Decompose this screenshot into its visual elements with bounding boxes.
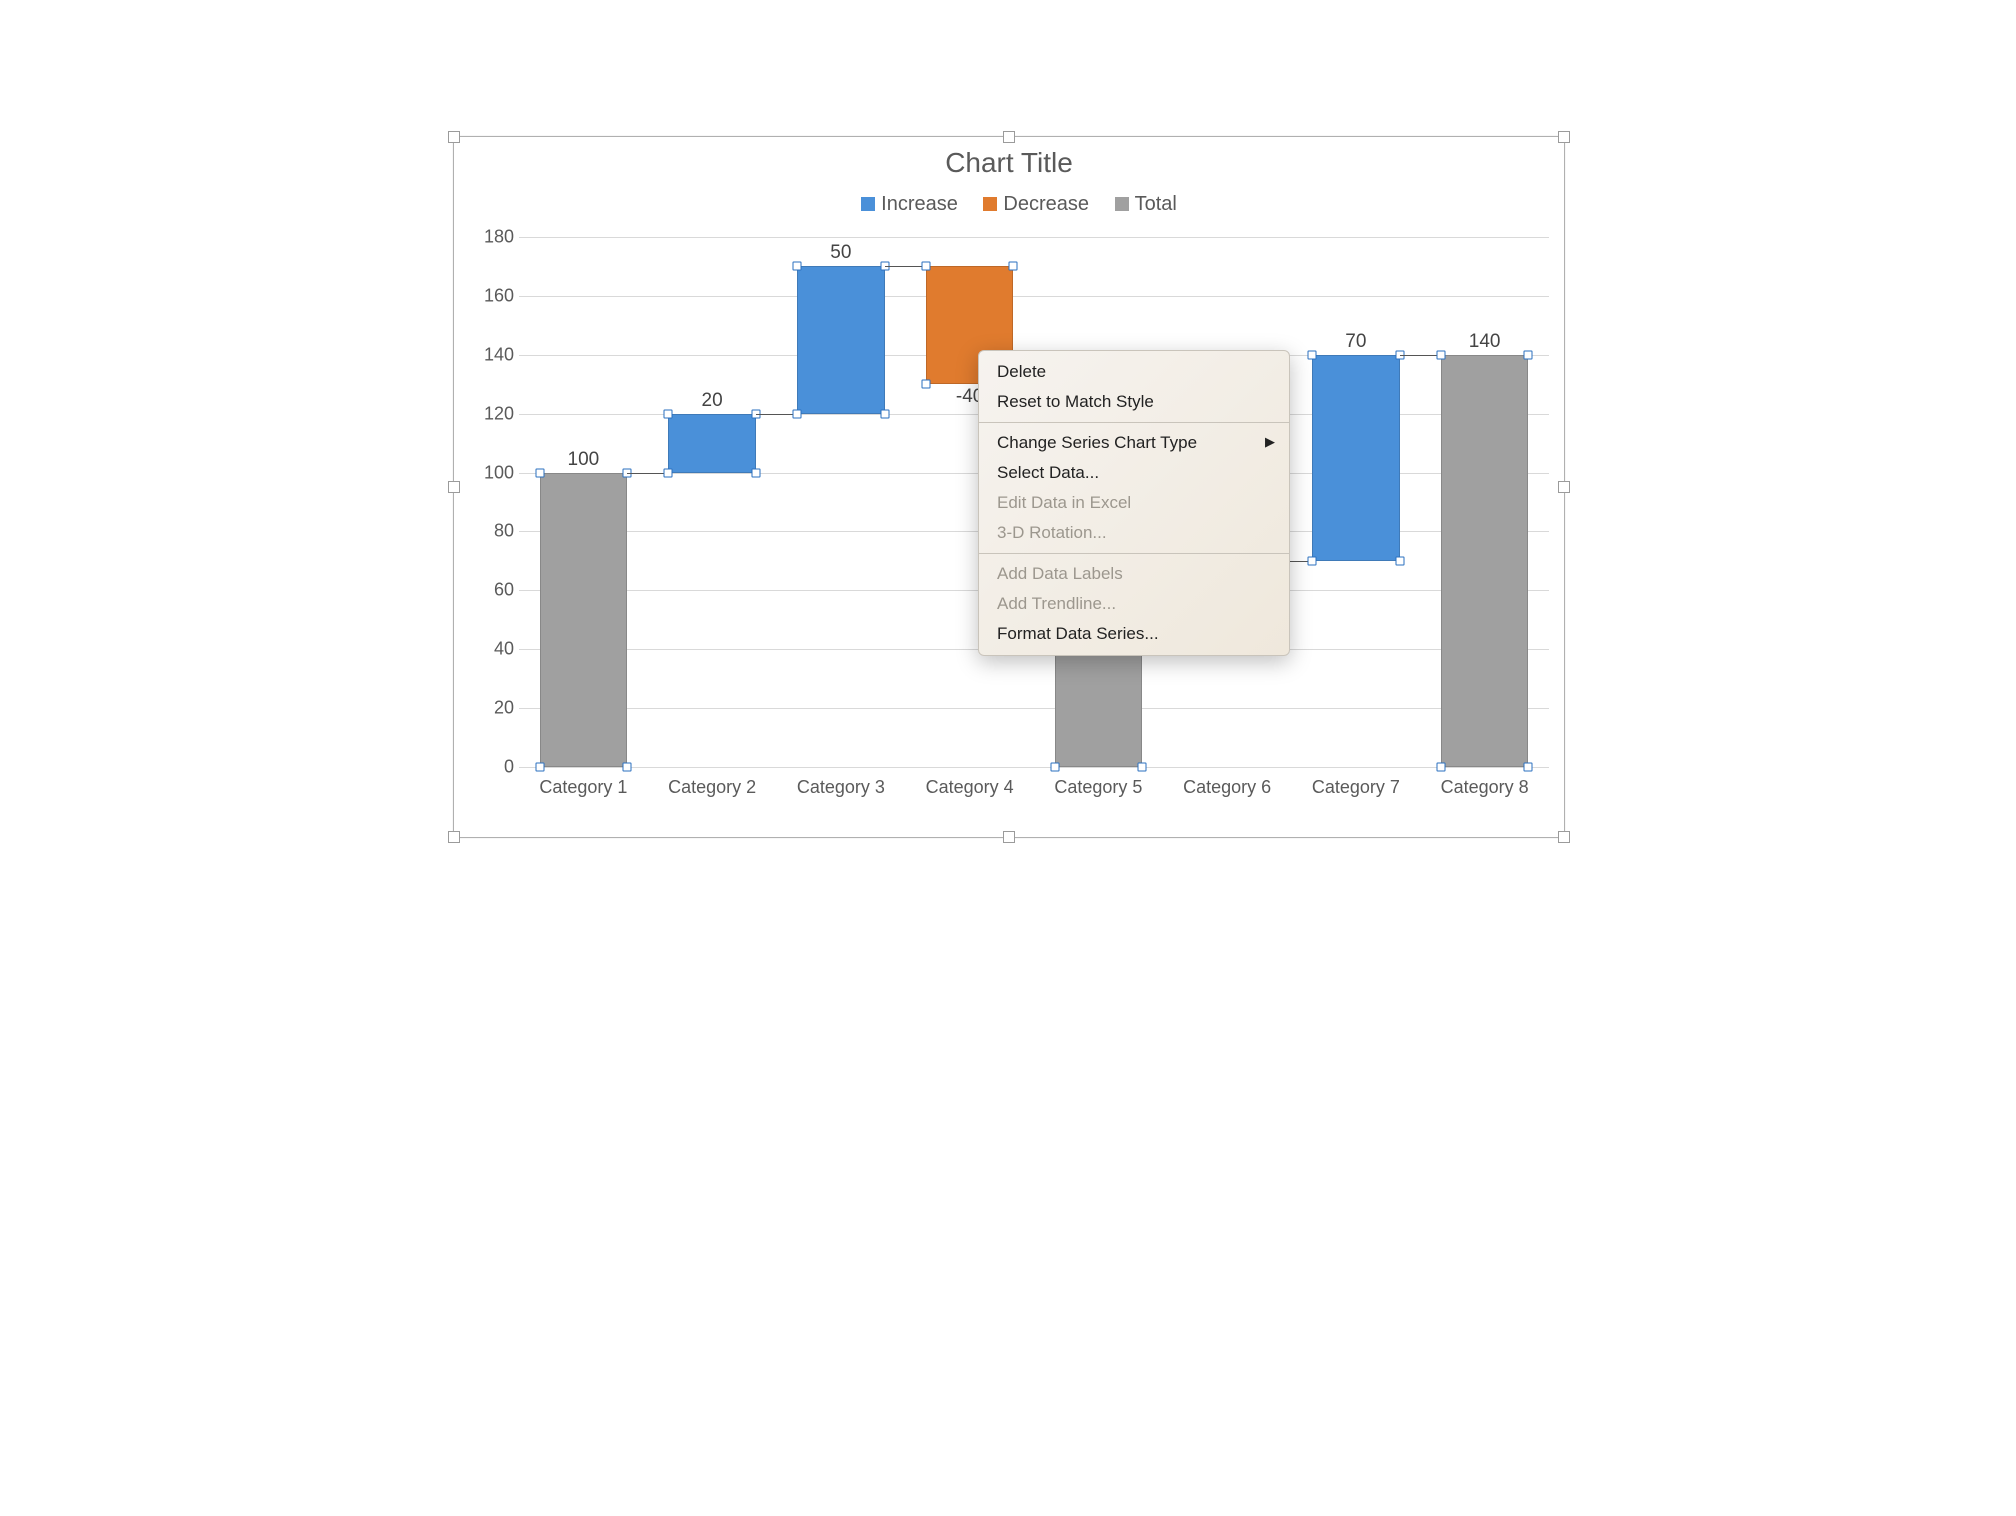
connector-line <box>756 414 797 415</box>
y-tick-label: 40 <box>469 639 514 660</box>
series-selection-node[interactable] <box>1436 763 1445 772</box>
legend-label-total: Total <box>1135 193 1177 215</box>
legend-label-decrease: Decrease <box>1003 193 1089 215</box>
x-tick-label: Category 3 <box>777 777 905 798</box>
chart-legend[interactable]: Increase Decrease Total <box>454 193 1564 216</box>
x-tick-label: Category 5 <box>1034 777 1162 798</box>
resize-handle-bl[interactable] <box>448 831 460 843</box>
series-selection-node[interactable] <box>623 763 632 772</box>
series-selection-node[interactable] <box>1395 556 1404 565</box>
waterfall-bar[interactable] <box>797 266 885 413</box>
x-tick-label: Category 7 <box>1292 777 1420 798</box>
gridline <box>519 237 1549 238</box>
series-selection-node[interactable] <box>1524 763 1533 772</box>
menu-separator <box>979 553 1289 554</box>
waterfall-bar[interactable] <box>668 414 756 473</box>
gridline <box>519 708 1549 709</box>
y-tick-label: 80 <box>469 521 514 542</box>
waterfall-bar[interactable] <box>1441 355 1529 767</box>
menu-item: Add Data Labels <box>979 559 1289 589</box>
menu-item: 3-D Rotation... <box>979 518 1289 548</box>
y-tick-label: 120 <box>469 403 514 424</box>
legend-label-increase: Increase <box>881 193 958 215</box>
chart-title[interactable]: Chart Title <box>454 147 1564 179</box>
series-selection-node[interactable] <box>921 262 930 271</box>
menu-item[interactable]: Select Data... <box>979 458 1289 488</box>
connector-line <box>627 473 668 474</box>
data-label: 50 <box>781 242 901 264</box>
x-tick-label: Category 8 <box>1421 777 1549 798</box>
data-label: 20 <box>652 390 772 412</box>
y-tick-label: 160 <box>469 285 514 306</box>
series-selection-node[interactable] <box>535 763 544 772</box>
series-selection-node[interactable] <box>1308 556 1317 565</box>
menu-item[interactable]: Format Data Series... <box>979 619 1289 649</box>
series-selection-node[interactable] <box>1138 763 1147 772</box>
legend-swatch-decrease <box>983 197 997 211</box>
y-tick-label: 100 <box>469 462 514 483</box>
legend-swatch-increase <box>861 197 875 211</box>
x-tick-label: Category 4 <box>906 777 1034 798</box>
series-selection-node[interactable] <box>793 409 802 418</box>
series-selection-node[interactable] <box>880 409 889 418</box>
series-selection-node[interactable] <box>664 468 673 477</box>
resize-handle-tr[interactable] <box>1558 131 1570 143</box>
connector-line <box>1400 355 1441 356</box>
y-tick-label: 140 <box>469 344 514 365</box>
y-tick-label: 0 <box>469 757 514 778</box>
series-selection-node[interactable] <box>751 468 760 477</box>
data-label: 100 <box>523 449 643 471</box>
y-tick-label: 180 <box>469 227 514 248</box>
data-label: 70 <box>1296 331 1416 353</box>
gridline <box>519 296 1549 297</box>
resize-handle-tl[interactable] <box>448 131 460 143</box>
context-menu: DeleteReset to Match Style Change Series … <box>978 350 1290 656</box>
series-selection-node[interactable] <box>1009 262 1018 271</box>
y-tick-label: 60 <box>469 580 514 601</box>
legend-swatch-total <box>1115 197 1129 211</box>
waterfall-bar[interactable] <box>540 473 628 767</box>
x-tick-label: Category 1 <box>519 777 647 798</box>
resize-handle-bm[interactable] <box>1003 831 1015 843</box>
gridline <box>519 767 1549 768</box>
menu-item[interactable]: Reset to Match Style <box>979 387 1289 417</box>
waterfall-bar[interactable] <box>1312 355 1400 561</box>
resize-handle-tm[interactable] <box>1003 131 1015 143</box>
menu-item: Add Trendline... <box>979 589 1289 619</box>
series-selection-node[interactable] <box>1050 763 1059 772</box>
resize-handle-mr[interactable] <box>1558 481 1570 493</box>
canvas: Chart Title Increase Decrease Total 0 20 4… <box>378 20 1638 980</box>
connector-line <box>885 266 926 267</box>
data-label: 140 <box>1425 331 1545 353</box>
menu-item[interactable]: Delete <box>979 357 1289 387</box>
resize-handle-ml[interactable] <box>448 481 460 493</box>
menu-separator <box>979 422 1289 423</box>
y-tick-label: 20 <box>469 698 514 719</box>
resize-handle-br[interactable] <box>1558 831 1570 843</box>
x-tick-label: Category 6 <box>1163 777 1291 798</box>
menu-item: Edit Data in Excel <box>979 488 1289 518</box>
submenu-arrow-icon: ▶ <box>1265 434 1275 450</box>
x-tick-label: Category 2 <box>648 777 776 798</box>
menu-item[interactable]: Change Series Chart Type▶ <box>979 428 1289 458</box>
